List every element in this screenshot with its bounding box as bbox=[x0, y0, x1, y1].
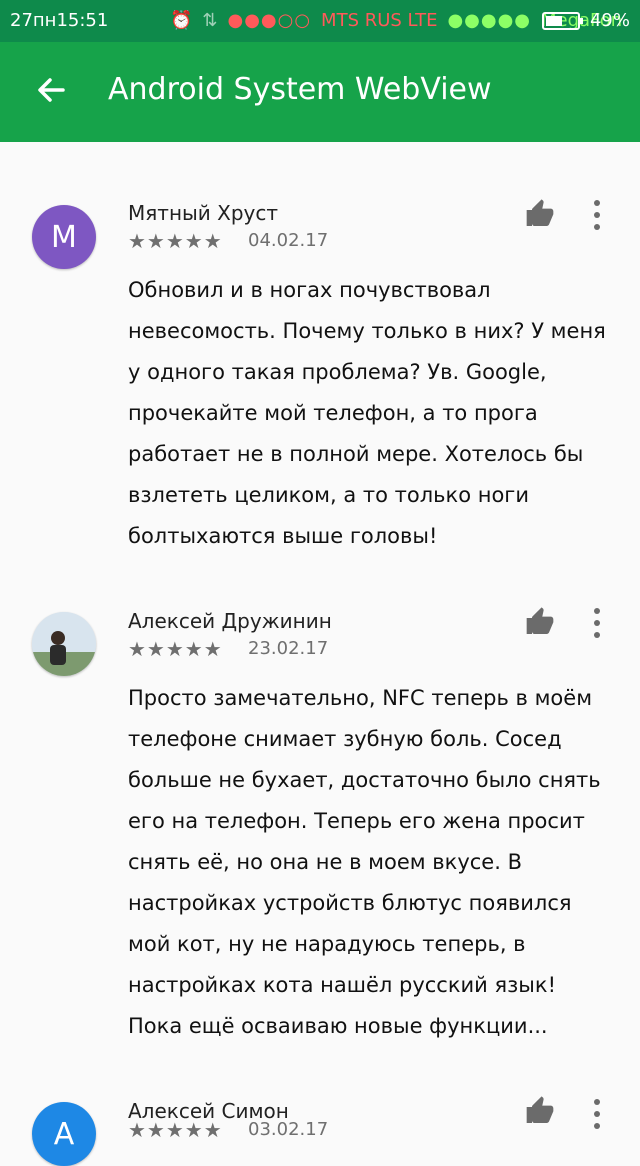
carrier1-label: MTS RUS LTE bbox=[321, 10, 438, 31]
page-title: Android System WebView bbox=[108, 72, 492, 107]
thumbs-up-icon[interactable] bbox=[524, 198, 556, 230]
avatar bbox=[32, 612, 96, 676]
more-options-icon[interactable] bbox=[588, 606, 606, 640]
star-rating: ★★★★★ bbox=[128, 637, 223, 661]
star-rating: ★★★★★ bbox=[128, 229, 223, 253]
review-date: 23.02.17 bbox=[248, 638, 329, 659]
signal2-icon: ●●●●● bbox=[447, 10, 531, 31]
more-options-icon[interactable] bbox=[588, 198, 606, 232]
reviewer-name: Алексей Дружинин bbox=[128, 609, 332, 633]
thumbs-up-icon[interactable] bbox=[524, 606, 556, 638]
alarm-icon: ⏰ bbox=[170, 10, 193, 31]
app-bar: Android System WebView bbox=[0, 42, 640, 142]
thumbs-up-icon[interactable] bbox=[524, 1095, 556, 1127]
user-photo-icon bbox=[32, 612, 96, 676]
back-arrow-icon[interactable] bbox=[33, 72, 69, 108]
review-text: Обновил и в ногах почувствовал невесомос… bbox=[128, 278, 606, 548]
status-right: 49% bbox=[541, 10, 630, 31]
more-options-icon[interactable] bbox=[588, 1097, 606, 1131]
battery-icon bbox=[541, 11, 583, 30]
avatar: M bbox=[32, 205, 96, 269]
status-time: 27пн15:51 bbox=[10, 10, 109, 31]
review-date: 04.02.17 bbox=[248, 230, 329, 251]
battery-percent: 49% bbox=[589, 10, 630, 31]
avatar: A bbox=[32, 1102, 96, 1166]
signal1-icon: ●●●○○ bbox=[227, 10, 312, 31]
review-date: 03.02.17 bbox=[248, 1119, 329, 1140]
status-bar: 27пн15:51 ⏰ ⇅ ●●●○○ MTS RUS LTE ●●●●● Me… bbox=[0, 0, 640, 42]
star-rating: ★★★★★ bbox=[128, 1118, 223, 1142]
review-text: Просто замечательно, NFC теперь в моём т… bbox=[128, 686, 601, 1038]
data-arrows-icon: ⇅ bbox=[202, 10, 218, 31]
reviewer-name: Мятный Хруст bbox=[128, 201, 279, 225]
